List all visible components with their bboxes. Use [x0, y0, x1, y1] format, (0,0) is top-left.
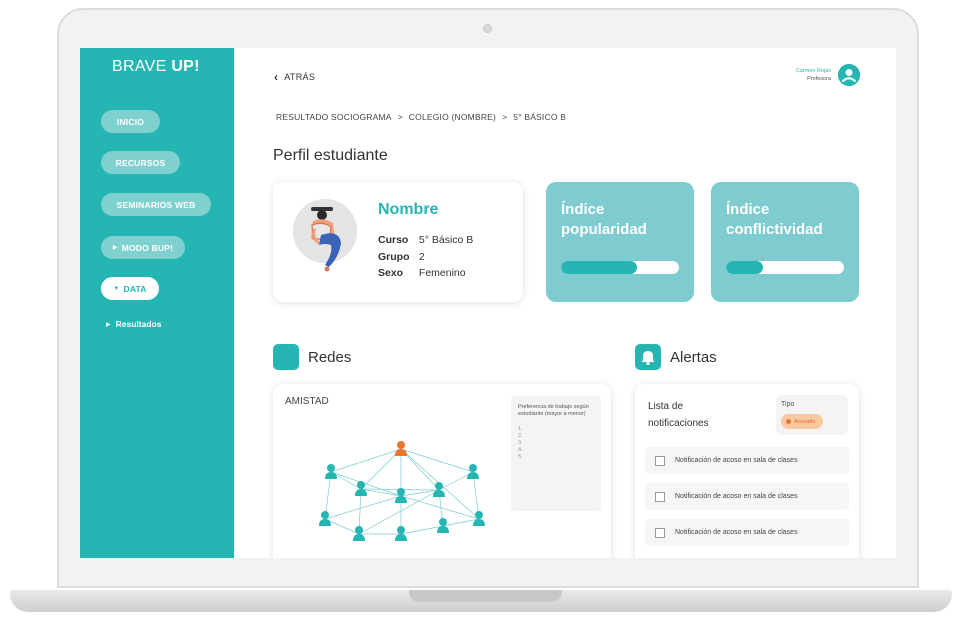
redes-header: Redes	[273, 344, 351, 370]
alertas-card: Lista de notificaciones Tipo Acosado Not…	[635, 384, 859, 558]
conflictividad-progress-fill	[726, 261, 763, 274]
index-title-line1: Índice	[561, 201, 605, 218]
notification-text: Notificación de acoso en sala de clases	[675, 493, 798, 500]
camera-icon	[483, 24, 492, 33]
back-label: ATRÁS	[284, 72, 316, 82]
logo[interactable]: BRAVE UP!	[112, 58, 200, 76]
chevron-left-icon: ‹	[274, 70, 279, 84]
logo-text: BRAVE	[112, 58, 172, 75]
curso-label: Curso	[378, 234, 409, 246]
curso-value: 5° Básico B	[418, 234, 474, 246]
graph-title: AMISTAD	[285, 396, 329, 407]
popularidad-progress-bar	[561, 261, 679, 274]
nav-label: INICIO	[116, 116, 145, 127]
breadcrumb-item[interactable]: RESULTADO SOCIOGRAMA	[276, 112, 392, 122]
status-dot-icon	[786, 419, 791, 424]
student-info: Curso 5° Básico B Grupo 2 Sexo Femenino	[378, 232, 473, 282]
nav-modo-bup[interactable]: ▶ MODO BUP!	[101, 236, 185, 259]
user-text: Carmen Rojas Profesora	[796, 67, 831, 83]
nav-label: SEMINARIOS WEB	[116, 199, 196, 210]
notification-item[interactable]: Notificación de acoso en sala de clases	[645, 483, 849, 510]
nav-resultados[interactable]: ▶ Resultados	[106, 319, 161, 329]
notification-text: Notificación de acoso en sala de clases	[675, 457, 798, 464]
breadcrumb-item: 5° BÁSICO B	[513, 112, 567, 122]
notification-item[interactable]: Notificación de acoso en sala de clases	[645, 519, 849, 546]
breadcrumb-separator: >	[397, 112, 403, 122]
pref-item: 3.	[518, 440, 523, 446]
nav-sub-label: Resultados	[115, 319, 162, 329]
index-title: Índice popularidad	[561, 200, 647, 240]
user-role: Profesora	[807, 76, 831, 82]
notification-checkbox[interactable]	[655, 491, 665, 502]
list-title-line2: notificaciones	[648, 418, 709, 429]
nav-label: MODO BUP!	[121, 242, 174, 253]
notification-item[interactable]: Notificación de acoso en sala de clases	[645, 447, 849, 474]
list-title-line1: Lista de	[648, 401, 684, 412]
breadcrumb-item[interactable]: COLEGIO (NOMBRE)	[409, 112, 496, 122]
bell-icon	[635, 344, 661, 370]
redes-title: Redes	[308, 348, 352, 366]
nav-seminarios-web[interactable]: SEMINARIOS WEB	[101, 193, 211, 216]
notification-checkbox[interactable]	[655, 527, 665, 538]
page-title: Perfil estudiante	[273, 147, 388, 164]
redes-card: AMISTAD Preferencia de trabajo según est…	[273, 384, 611, 558]
index-title-line2: popularidad	[561, 221, 647, 238]
tipo-filter[interactable]: Tipo Acosado	[776, 395, 848, 435]
pref-item: 5.	[518, 454, 523, 460]
student-avatar	[293, 199, 357, 272]
nav-inicio[interactable]: INICIO	[101, 110, 160, 133]
tipo-label: Tipo	[781, 401, 795, 408]
nav-label: DATA	[123, 283, 147, 294]
caret-right-icon: ▶	[106, 321, 111, 328]
caret-down-icon: ▼	[113, 285, 120, 292]
notifications-list-title: Lista de notificaciones	[648, 398, 709, 432]
alertas-header: Alertas	[635, 344, 717, 370]
friendship-network-graph[interactable]	[313, 434, 493, 558]
pref-item: 1.	[518, 426, 523, 432]
breadcrumb: RESULTADO SOCIOGRAMA > COLEGIO (NOMBRE) …	[276, 112, 566, 122]
caret-right-icon: ▶	[112, 245, 118, 251]
conflictividad-progress-bar	[726, 261, 844, 274]
grupo-value: 2	[418, 250, 425, 263]
index-title-line2: conflictividad	[726, 221, 823, 238]
sexo-value: Femenino	[418, 267, 466, 279]
pref-list: 1. 2. 3. 4. 5.	[518, 426, 594, 461]
sexo-label: Sexo	[378, 267, 404, 279]
index-title: Índice conflictividad	[726, 200, 823, 240]
user-avatar-icon[interactable]	[838, 64, 860, 86]
screen: BRAVE UP! INICIO RECURSOS SEMINARIOS WEB…	[80, 48, 896, 558]
work-preference-box: Preferencia de trabajo según estudiante …	[511, 396, 601, 511]
index-conflictividad-card[interactable]: Índice conflictividad	[711, 182, 859, 302]
user-menu[interactable]: Carmen Rojas Profesora	[796, 64, 860, 86]
user-name: Carmen Rojas	[795, 68, 831, 74]
notification-text: Notificación de acoso en sala de clases	[675, 529, 798, 536]
breadcrumb-separator: >	[502, 112, 508, 122]
badge-label: Acosado	[794, 418, 816, 425]
pref-item: 2.	[518, 433, 523, 439]
main-content: ‹ ATRÁS Carmen Rojas Profesora RESULTADO…	[234, 48, 896, 558]
back-button[interactable]: ‹ ATRÁS	[274, 70, 315, 84]
pref-title: Preferencia de trabajo según estudiante …	[518, 404, 589, 417]
pref-item: 4.	[518, 447, 523, 453]
sidebar: BRAVE UP! INICIO RECURSOS SEMINARIOS WEB…	[80, 48, 234, 558]
redes-icon	[273, 344, 299, 370]
popularidad-progress-fill	[561, 261, 637, 274]
laptop-base-notch	[409, 590, 562, 602]
alertas-title: Alertas	[670, 348, 717, 366]
notification-checkbox[interactable]	[655, 455, 665, 466]
acosado-badge[interactable]: Acosado	[781, 414, 824, 429]
index-title-line1: Índice	[726, 201, 770, 218]
student-profile-card: Nombre Curso 5° Básico B Grupo 2 Sexo Fe…	[273, 182, 523, 302]
grupo-label: Grupo	[378, 250, 410, 263]
nav-label: RECURSOS	[115, 157, 166, 168]
nav-data[interactable]: ▼ DATA	[101, 277, 159, 300]
nav-recursos[interactable]: RECURSOS	[101, 151, 180, 174]
index-popularidad-card[interactable]: Índice popularidad	[546, 182, 694, 302]
logo-text-bold: UP!	[171, 58, 200, 75]
student-name: Nombre	[378, 201, 439, 218]
